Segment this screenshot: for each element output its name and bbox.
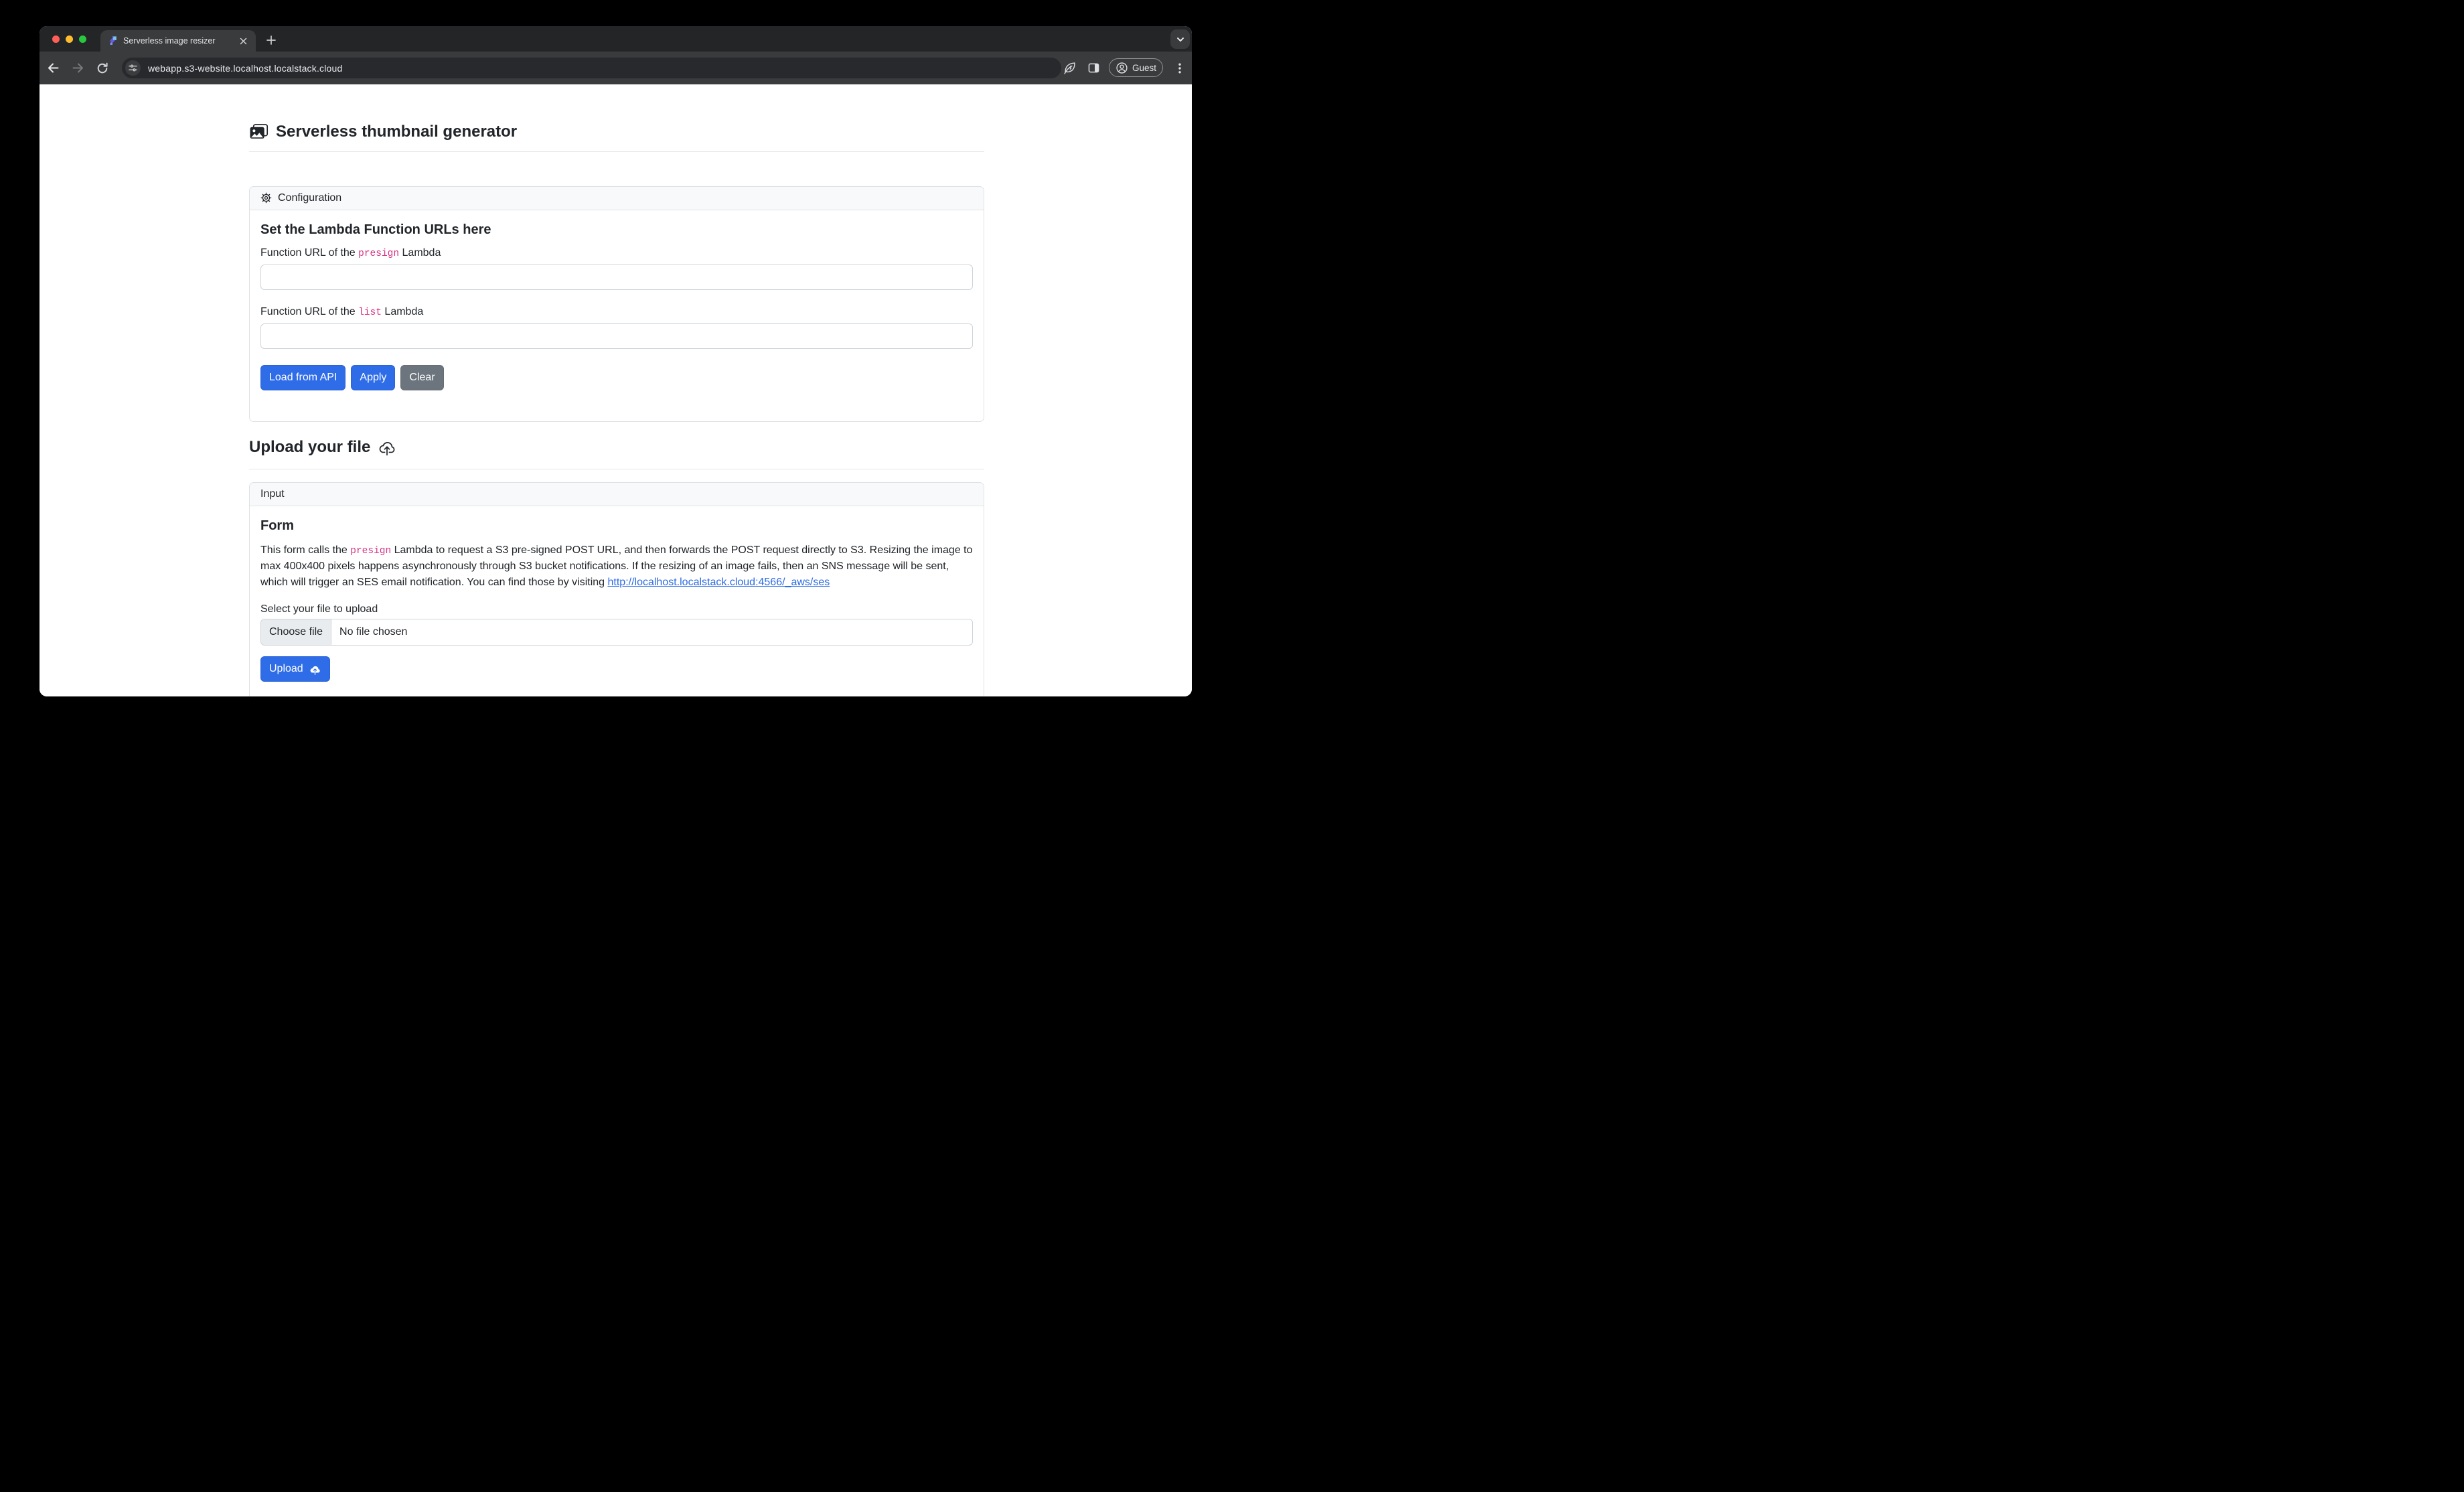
presign-url-label: Function URL of the presign Lambda bbox=[260, 247, 973, 259]
close-window-button[interactable] bbox=[52, 35, 60, 43]
reload-button[interactable] bbox=[94, 60, 110, 76]
file-chosen-text: No file chosen bbox=[331, 619, 415, 645]
browser-toolbar: webapp.s3-website.localhost.localstack.c… bbox=[40, 52, 1192, 84]
gear-icon bbox=[260, 192, 272, 204]
input-card: Input Form This form calls the presign L… bbox=[249, 482, 984, 696]
file-input[interactable]: Choose file No file chosen bbox=[260, 619, 973, 646]
apply-button[interactable]: Apply bbox=[351, 365, 395, 390]
browser-menu-icon[interactable] bbox=[1171, 60, 1188, 76]
images-icon bbox=[249, 124, 268, 140]
page-content: Serverless thumbnail generator Configura… bbox=[40, 84, 1192, 696]
site-settings-icon[interactable] bbox=[125, 60, 141, 76]
presign-code: presign bbox=[358, 248, 399, 259]
close-tab-icon[interactable] bbox=[237, 35, 249, 47]
configuration-card: Configuration Set the Lambda Function UR… bbox=[249, 186, 984, 422]
tab-search-chevron-button[interactable] bbox=[1170, 29, 1190, 49]
favicon bbox=[107, 35, 118, 46]
clear-button[interactable]: Clear bbox=[400, 365, 443, 390]
form-description: This form calls the presign Lambda to re… bbox=[260, 542, 973, 591]
forward-button[interactable] bbox=[70, 60, 86, 76]
zoom-window-button[interactable] bbox=[79, 35, 86, 43]
upload-section-heading: Upload your file bbox=[249, 438, 984, 457]
ses-link[interactable]: http://localhost.localstack.cloud:4566/_… bbox=[608, 577, 830, 588]
file-select-label: Select your file to upload bbox=[260, 603, 973, 615]
load-from-api-button[interactable]: Load from API bbox=[260, 365, 345, 390]
back-button[interactable] bbox=[45, 60, 62, 76]
page-title: Serverless thumbnail generator bbox=[249, 123, 984, 142]
divider bbox=[249, 151, 984, 152]
list-url-label: Function URL of the list Lambda bbox=[260, 306, 973, 318]
browser-tab[interactable]: Serverless image resizer bbox=[100, 30, 256, 52]
list-code: list bbox=[358, 307, 382, 318]
presign-code: presign bbox=[350, 546, 391, 556]
input-card-header: Input bbox=[250, 483, 984, 506]
input-card-title: Input bbox=[260, 488, 285, 500]
profile-button[interactable]: Guest bbox=[1109, 58, 1163, 77]
cloud-upload-icon bbox=[378, 439, 396, 456]
tab-title: Serverless image resizer bbox=[123, 36, 237, 46]
cloud-upload-fill-icon bbox=[309, 664, 321, 675]
configuration-card-header: Configuration bbox=[250, 187, 984, 210]
minimize-window-button[interactable] bbox=[66, 35, 73, 43]
side-panel-icon[interactable] bbox=[1085, 60, 1102, 76]
window-controls bbox=[52, 35, 86, 43]
list-url-input[interactable] bbox=[260, 323, 973, 349]
form-heading: Form bbox=[260, 518, 973, 534]
profile-label: Guest bbox=[1132, 63, 1156, 73]
performance-leaf-icon[interactable] bbox=[1061, 60, 1078, 76]
tab-strip: Serverless image resizer bbox=[40, 26, 1192, 52]
configuration-card-title: Configuration bbox=[278, 192, 341, 204]
presign-url-input[interactable] bbox=[260, 265, 973, 290]
upload-button[interactable]: Upload bbox=[260, 656, 330, 682]
new-tab-button[interactable] bbox=[262, 31, 280, 49]
url-text: webapp.s3-website.localhost.localstack.c… bbox=[148, 63, 343, 74]
config-heading: Set the Lambda Function URLs here bbox=[260, 222, 973, 238]
url-bar[interactable]: webapp.s3-website.localhost.localstack.c… bbox=[122, 58, 1061, 78]
browser-window: Serverless image resizer bbox=[40, 26, 1192, 696]
config-buttons: Load from API Apply Clear bbox=[260, 365, 973, 390]
choose-file-button[interactable]: Choose file bbox=[261, 619, 331, 645]
